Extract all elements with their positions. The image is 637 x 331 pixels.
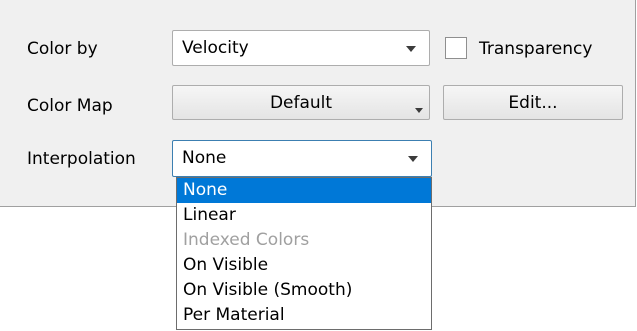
chevron-down-icon bbox=[415, 108, 423, 113]
interpolation-label: Interpolation bbox=[27, 149, 136, 169]
transparency-checkbox[interactable] bbox=[445, 37, 467, 59]
edit-color-map-button[interactable]: Edit... bbox=[443, 85, 623, 120]
dropdown-option[interactable]: Per Material bbox=[177, 303, 431, 328]
chevron-down-icon bbox=[406, 46, 416, 52]
chevron-down-icon bbox=[408, 156, 418, 162]
dropdown-option[interactable]: On Visible (Smooth) bbox=[177, 278, 431, 303]
transparency-label: Transparency bbox=[479, 39, 593, 59]
color-map-value: Default bbox=[269, 93, 333, 113]
dropdown-option[interactable]: Linear bbox=[177, 203, 431, 228]
color-settings-window: Color by Velocity Transparency Color Map… bbox=[0, 0, 637, 331]
color-map-button[interactable]: Default bbox=[172, 85, 430, 120]
interpolation-select[interactable]: None bbox=[172, 140, 432, 177]
dropdown-option: Indexed Colors bbox=[183, 230, 310, 250]
color-by-value: Velocity bbox=[182, 38, 249, 58]
dropdown-option[interactable]: None bbox=[177, 178, 431, 203]
color-by-select[interactable]: Velocity bbox=[172, 30, 430, 66]
interpolation-value: None bbox=[182, 148, 227, 168]
edit-button-label: Edit... bbox=[508, 93, 558, 113]
color-map-label: Color Map bbox=[27, 96, 113, 116]
interpolation-dropdown-list: None Linear Indexed Colors On Visible On… bbox=[176, 177, 432, 330]
color-by-label: Color by bbox=[27, 39, 98, 59]
dropdown-option[interactable]: On Visible bbox=[177, 253, 431, 278]
